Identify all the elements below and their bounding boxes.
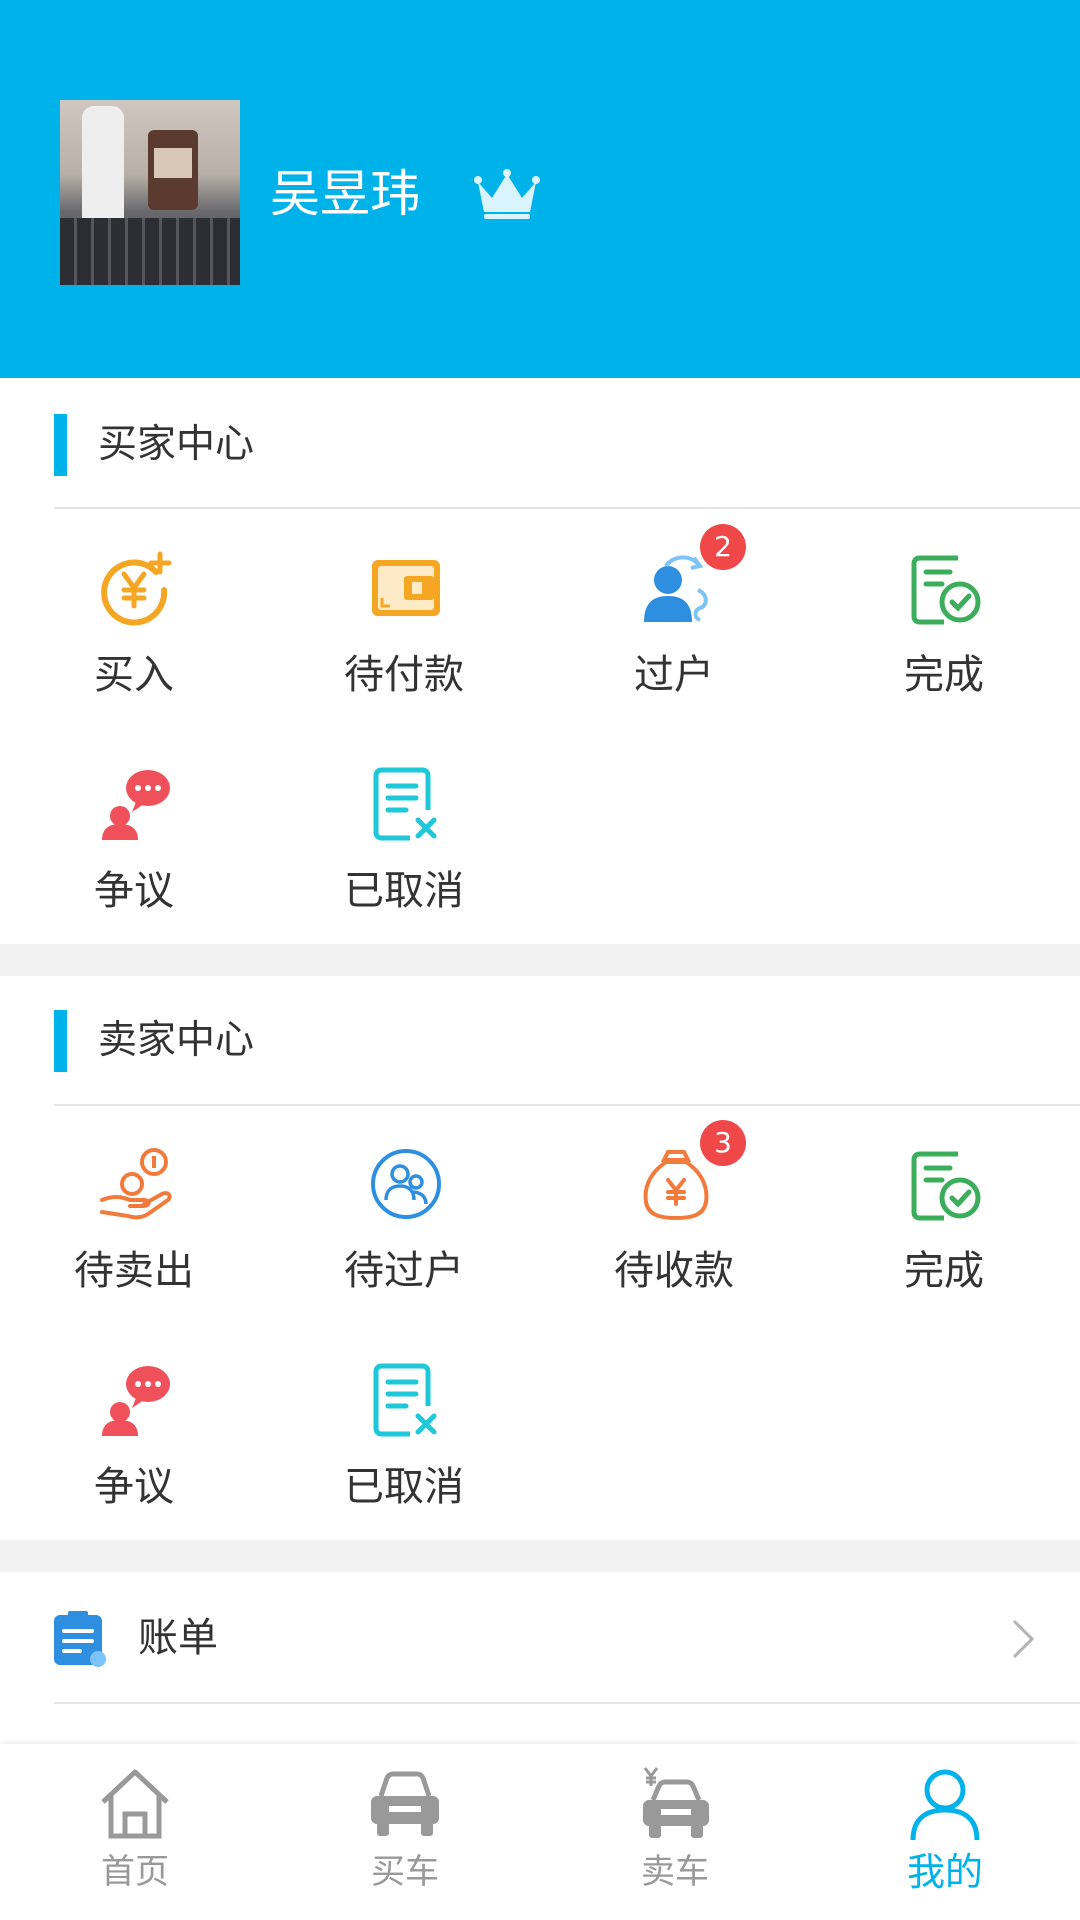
section-marker	[54, 414, 67, 476]
item-label: 完成	[904, 1248, 984, 1294]
tab-label: 首页	[101, 1852, 169, 1892]
seller-item-pending-receipt[interactable]: 3 待收款	[574, 1120, 774, 1326]
item-label: 待收款	[614, 1248, 734, 1294]
bill-label: 账单	[138, 1615, 218, 1661]
buyer-item-transfer[interactable]: 2 过户	[574, 524, 774, 730]
section-marker	[54, 1010, 67, 1072]
dispute-chat-icon	[102, 1366, 170, 1436]
buyer-item-dispute[interactable]: 争议	[34, 766, 234, 946]
tab-label: 买车	[371, 1852, 439, 1892]
buyer-item-cancelled[interactable]: 已取消	[304, 766, 504, 946]
item-label: 争议	[94, 868, 174, 914]
section-gap	[0, 1540, 1080, 1572]
item-label: 已取消	[344, 1464, 464, 1510]
item-label: 待过户	[344, 1248, 464, 1294]
transfer-badge: 2	[700, 524, 746, 570]
divider	[54, 507, 1080, 509]
seller-center-title: 卖家中心	[98, 1018, 255, 1063]
completed-doc-icon	[911, 555, 981, 625]
buyer-item-pending-payment[interactable]: 待付款	[304, 550, 504, 730]
money-bag-icon	[643, 1150, 709, 1221]
dispute-chat-icon	[102, 770, 170, 840]
seller-item-cancelled[interactable]: 已取消	[304, 1362, 504, 1542]
buy-in-yen-icon	[101, 551, 172, 626]
tab-sell-car[interactable]: 卖车	[540, 1744, 810, 1920]
item-label: 已取消	[344, 868, 464, 914]
section-gap	[0, 944, 1080, 976]
bill-icon	[54, 1611, 106, 1667]
item-label: 待付款	[344, 652, 464, 698]
chevron-right-icon	[1012, 1619, 1035, 1659]
cancelled-doc-icon	[373, 767, 437, 841]
pending-transfer-icon	[371, 1149, 441, 1219]
transfer-person-icon	[644, 555, 708, 622]
buyer-item-completed[interactable]: 完成	[844, 550, 1044, 730]
divider	[54, 1702, 1080, 1704]
car-icon	[371, 1771, 439, 1836]
username: 吴昱玮	[270, 165, 420, 223]
item-label: 争议	[94, 1464, 174, 1510]
user-icon	[910, 1769, 980, 1841]
cancelled-doc-icon	[373, 1363, 437, 1437]
bill-row[interactable]: 账单	[0, 1573, 1080, 1703]
avatar[interactable]	[60, 100, 240, 285]
seller-item-dispute[interactable]: 争议	[34, 1362, 234, 1542]
crown-icon	[474, 169, 540, 219]
item-label: 完成	[904, 652, 984, 698]
completed-doc-icon	[911, 1151, 981, 1221]
pending-receipt-badge: 3	[700, 1120, 746, 1166]
tab-mine[interactable]: 我的	[810, 1744, 1080, 1920]
seller-item-pending-sale[interactable]: 待卖出	[34, 1146, 234, 1326]
bottom-tab-bar: 首页 买车 卖车 我的	[0, 1744, 1080, 1920]
item-label: 买入	[94, 652, 174, 698]
divider	[54, 1104, 1080, 1106]
item-label: 过户	[634, 652, 714, 698]
tab-label: 我的	[906, 1850, 983, 1894]
buyer-center-title: 买家中心	[98, 422, 255, 467]
wallet-icon	[372, 560, 440, 616]
hand-coins-icon	[100, 1148, 172, 1220]
seller-item-pending-transfer[interactable]: 待过户	[304, 1146, 504, 1326]
home-icon	[101, 1769, 169, 1839]
tab-buy-car[interactable]: 买车	[270, 1744, 540, 1920]
seller-item-completed[interactable]: 完成	[844, 1146, 1044, 1326]
sell-car-icon	[643, 1767, 709, 1838]
profile-header: 吴昱玮	[0, 0, 1080, 378]
tab-home[interactable]: 首页	[0, 1744, 270, 1920]
item-label: 待卖出	[74, 1248, 194, 1294]
tab-label: 卖车	[641, 1852, 709, 1892]
buyer-item-buy-in[interactable]: 买入	[34, 550, 234, 730]
